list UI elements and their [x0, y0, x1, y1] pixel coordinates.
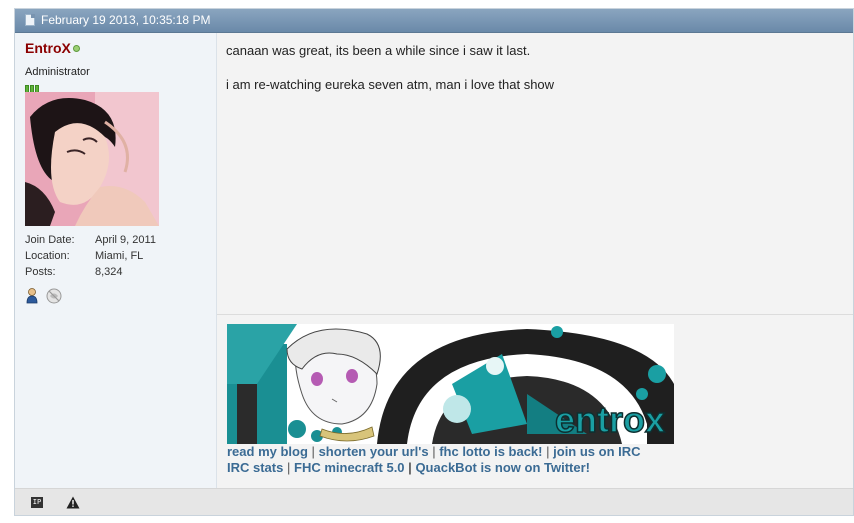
signature-links: read my blog | shorten your url's | fhc … — [227, 444, 687, 476]
message-line: i am re-watching eureka seven atm, man i… — [226, 77, 555, 92]
post-date: February 19 2013, 10:35:18 PM — [41, 13, 211, 27]
sig-link-irc[interactable]: join us on IRC — [553, 444, 640, 459]
location-label: Location: — [25, 250, 70, 262]
signature-banner[interactable]: entrox — [227, 324, 674, 444]
avatar-image — [25, 92, 159, 226]
sig-link-blog[interactable]: read my blog — [227, 444, 308, 459]
post-message: canaan was great, its been a while since… — [226, 42, 554, 110]
contact-person-icon[interactable] — [25, 288, 39, 309]
sig-link-irc-stats[interactable]: IRC stats — [227, 460, 283, 475]
report-warning-icon[interactable] — [66, 496, 80, 514]
ip-icon[interactable]: IP — [31, 497, 43, 508]
user-title: Administrator — [25, 66, 90, 78]
banner-text: entrox — [555, 399, 665, 440]
user-info-panel: EntroX Administrator Join Date: April 9, … — [15, 33, 217, 488]
post-content: canaan was great, its been a while since… — [217, 33, 853, 488]
link-separator: | — [408, 460, 412, 475]
user-contact-icons — [25, 288, 65, 309]
sig-link-minecraft[interactable]: FHC minecraft 5.0 — [294, 460, 405, 475]
signature-banner-art: entrox — [227, 324, 674, 444]
post-header: February 19 2013, 10:35:18 PM — [15, 9, 853, 33]
link-separator: | — [286, 460, 291, 475]
join-date-label: Join Date: — [25, 234, 75, 246]
link-separator: | — [432, 444, 436, 459]
join-date-value: April 9, 2011 — [95, 234, 156, 246]
online-status-icon — [73, 45, 80, 52]
avatar[interactable] — [25, 92, 159, 226]
link-separator: | — [546, 444, 550, 459]
posts-label: Posts: — [25, 266, 56, 278]
user-stats: Join Date: April 9, 2011 Location: Miami, … — [25, 234, 205, 282]
sig-link-lotto[interactable]: fhc lotto is back! — [439, 444, 542, 459]
document-icon — [25, 14, 35, 26]
sig-link-quackbot[interactable]: QuackBot is now on Twitter! — [415, 460, 590, 475]
posts-value: 8,324 — [95, 266, 123, 278]
forum-post: February 19 2013, 10:35:18 PM EntroX Adm… — [14, 8, 854, 516]
username-link[interactable]: EntroX — [25, 40, 71, 56]
message-line: canaan was great, its been a while since… — [226, 43, 531, 58]
link-separator: | — [311, 444, 315, 459]
sig-link-shorten-url[interactable]: shorten your url's — [319, 444, 429, 459]
location-value: Miami, FL — [95, 250, 144, 262]
disabled-contact-icon[interactable] — [46, 288, 62, 309]
post-footer: IP — [15, 488, 853, 515]
signature-divider — [217, 314, 853, 315]
